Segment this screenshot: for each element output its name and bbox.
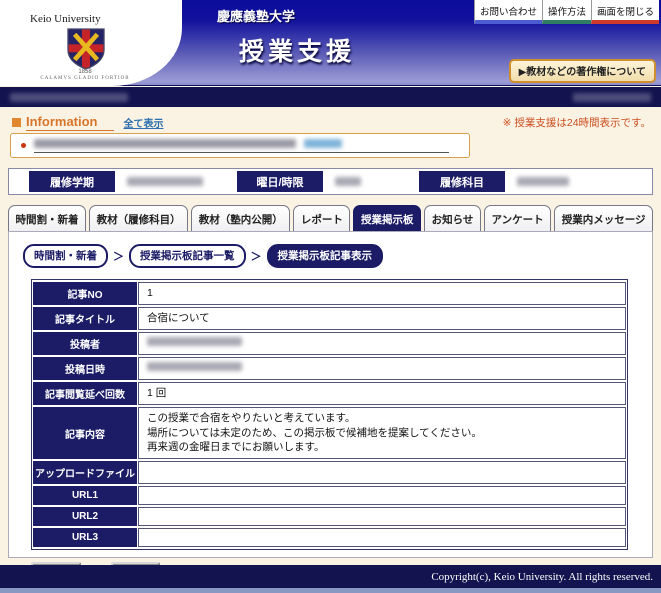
redacted-text — [517, 177, 569, 186]
table-row-upload-file: アップロードファイル — [33, 461, 626, 484]
redacted-text — [147, 362, 242, 371]
header-nav-close-screen-button[interactable]: 画面を閉じる — [591, 0, 659, 24]
row-label: 記事内容 — [33, 407, 137, 459]
information-square-icon — [12, 118, 21, 127]
header-nav: お問い合わせ操作方法画面を閉じる — [474, 0, 659, 24]
tab-materials-enrolled[interactable]: 教材（履修科目） — [89, 205, 188, 231]
course-value-course — [507, 171, 650, 192]
course-value-term — [117, 171, 235, 192]
table-row-post-datetime: 投稿日時 — [33, 357, 626, 380]
row-value — [138, 461, 626, 484]
bullet-icon — [21, 143, 26, 148]
course-label-course: 履修科目 — [419, 171, 505, 192]
table-row-article-body: 記事内容この授業で合宿をやりたいと考えています。 場所については未定のため、この… — [33, 407, 626, 459]
show-all-link[interactable]: 全て表示 — [124, 115, 164, 130]
information-title: Information — [26, 114, 114, 131]
row-label: 記事閲覧延べ回数 — [33, 382, 137, 405]
row-value — [138, 332, 626, 355]
tab-notice[interactable]: お知らせ — [424, 205, 481, 231]
tab-class-board[interactable]: 授業掲示板 — [353, 205, 421, 231]
row-value — [138, 528, 626, 547]
row-label: URL2 — [33, 507, 137, 526]
table-row-url1: URL1 — [33, 486, 626, 505]
app-header: Keio University 1858 CALAMVS GLADIO FORT… — [0, 0, 661, 86]
row-value: 1 — [138, 282, 626, 305]
row-label: 投稿者 — [33, 332, 137, 355]
row-value — [138, 507, 626, 526]
breadcrumb-board-article-view: 授業掲示板記事表示 — [267, 244, 384, 268]
course-label-day-period: 曜日/時限 — [237, 171, 323, 192]
tab-report[interactable]: レポート — [293, 205, 350, 231]
page: Keio University 1858 CALAMVS GLADIO FORT… — [0, 0, 661, 593]
bottom-strip — [0, 588, 661, 593]
header-nav-contact-button[interactable]: お問い合わせ — [474, 0, 542, 24]
tab-class-message[interactable]: 授業内メッセージ — [554, 205, 653, 231]
page-body: Information 全て表示 ※ 授業支援は24時間表示です。 履修学期 曜日… — [0, 107, 661, 565]
table-row-article-no: 記事NO1 — [33, 282, 626, 305]
materials-copyright-button[interactable]: ▶教材などの著作権について — [509, 59, 656, 83]
row-label: URL1 — [33, 486, 137, 505]
row-label: 記事タイトル — [33, 307, 137, 330]
row-value: この授業で合宿をやりたいと考えています。 場所については未定のため、この掲示板で… — [138, 407, 626, 459]
row-value — [138, 357, 626, 380]
keio-logo: Keio University 1858 CALAMVS GLADIO FORT… — [0, 0, 182, 86]
row-value: 合宿について — [138, 307, 626, 330]
emblem-motto: CALAMVS GLADIO FORTIOR — [0, 76, 170, 81]
redacted-text — [335, 177, 361, 186]
breadcrumb-separator: ＞ — [113, 248, 124, 264]
row-value — [138, 486, 626, 505]
emblem-year: 1858 — [0, 69, 170, 75]
table-row-url2: URL2 — [33, 507, 626, 526]
tab-bar: 時間割・新着教材（履修科目）教材（塾内公開）レポート授業掲示板お知らせアンケート… — [8, 204, 653, 231]
table-row-article-title: 記事タイトル合宿について — [33, 307, 626, 330]
content-panel: 時間割・新着 ＞ 授業掲示板記事一覧 ＞ 授業掲示板記事表示 記事NO1記事タイトル合宿… — [8, 231, 653, 558]
row-label: 記事NO — [33, 282, 137, 305]
breadcrumb-timetable-new[interactable]: 時間割・新着 — [23, 244, 108, 268]
keio-shield-icon — [60, 27, 112, 71]
redacted-text — [127, 177, 203, 186]
hours-note: ※ 授業支援は24時間表示です。 — [503, 115, 651, 130]
article-detail-table: 記事NO1記事タイトル合宿について投稿者投稿日時記事閲覧延べ回数1 回記事内容こ… — [31, 279, 628, 550]
copyright-text: Copyright(c), Keio University. All right… — [431, 571, 653, 583]
footer: Copyright(c), Keio University. All right… — [0, 565, 661, 588]
row-label: 投稿日時 — [33, 357, 137, 380]
tab-materials-campus[interactable]: 教材（塾内公開） — [191, 205, 290, 231]
information-header: Information 全て表示 ※ 授業支援は24時間表示です。 — [12, 114, 651, 131]
breadcrumb-separator: ＞ — [251, 248, 262, 264]
table-row-poster: 投稿者 — [33, 332, 626, 355]
table-row-url3: URL3 — [33, 528, 626, 547]
row-label: URL3 — [33, 528, 137, 547]
redacted-announcement-text — [34, 139, 296, 148]
university-name-en: Keio University — [30, 13, 101, 25]
redacted-announcement-link[interactable] — [304, 139, 342, 148]
tab-survey[interactable]: アンケート — [484, 205, 551, 231]
header-nav-help-button[interactable]: 操作方法 — [542, 0, 591, 24]
announcement-box — [10, 133, 470, 158]
row-label: アップロードファイル — [33, 461, 137, 484]
tab-timetable-new[interactable]: 時間割・新着 — [8, 205, 86, 231]
redacted-date — [573, 93, 651, 102]
row-value: 1 回 — [138, 382, 626, 405]
university-name-ja: 慶應義塾大学 — [217, 6, 295, 25]
breadcrumb-board-article-list[interactable]: 授業掲示板記事一覧 — [129, 244, 246, 268]
redacted-user-name — [10, 93, 128, 102]
course-info-bar: 履修学期 曜日/時限 履修科目 — [8, 168, 653, 195]
redacted-text — [147, 337, 242, 346]
table-row-view-count: 記事閲覧延べ回数1 回 — [33, 382, 626, 405]
page-title: 授業支援 — [239, 32, 355, 68]
course-label-term: 履修学期 — [29, 171, 115, 192]
breadcrumb: 時間割・新着 ＞ 授業掲示板記事一覧 ＞ 授業掲示板記事表示 — [23, 244, 652, 268]
course-value-day-period — [325, 171, 417, 192]
announcement-item[interactable] — [34, 139, 449, 153]
user-session-bar — [0, 87, 661, 107]
